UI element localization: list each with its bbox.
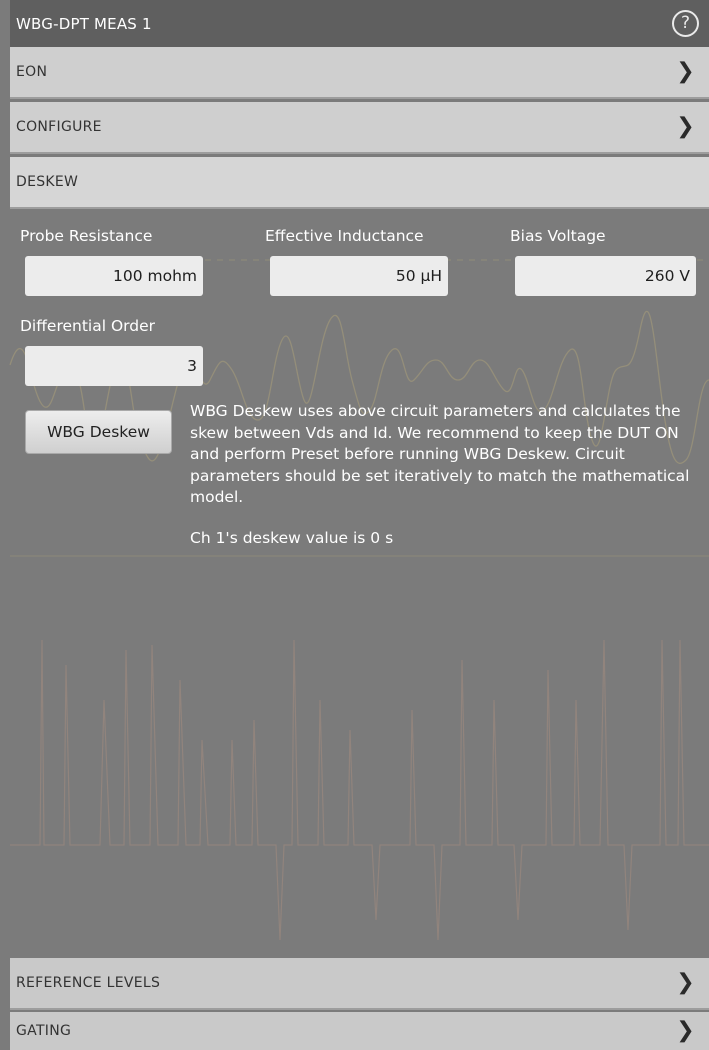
differential-order-label: Differential Order <box>20 317 156 335</box>
section-reference-levels-label: REFERENCE LEVELS <box>16 975 161 991</box>
section-eon-label: EON <box>16 64 48 80</box>
probe-resistance-field[interactable]: 100 mohm <box>25 256 203 296</box>
section-deskew[interactable]: DESKEW <box>10 157 709 209</box>
effective-inductance-value: 50 µH <box>395 267 442 285</box>
panel-title: WBG-DPT MEAS 1 <box>16 14 152 33</box>
waveform-trace-2 <box>10 639 709 941</box>
bias-voltage-label: Bias Voltage <box>510 227 606 245</box>
section-eon[interactable]: EON ❯ <box>10 47 709 99</box>
question-circle-icon[interactable]: ? <box>672 10 699 37</box>
effective-inductance-label: Effective Inductance <box>265 227 424 245</box>
differential-order-value: 3 <box>187 357 197 375</box>
effective-inductance-field[interactable]: 50 µH <box>270 256 448 296</box>
section-gating[interactable]: GATING ❯ <box>10 1012 709 1050</box>
chevron-right-icon: ❯ <box>676 970 695 995</box>
chevron-right-icon: ❯ <box>676 1018 695 1043</box>
bias-voltage-value: 260 V <box>644 267 690 285</box>
deskew-description: WBG Deskew uses above circuit parameters… <box>190 402 690 506</box>
wbg-deskew-button[interactable]: WBG Deskew <box>25 410 172 454</box>
section-deskew-label: DESKEW <box>16 174 79 190</box>
chevron-right-icon: ❯ <box>676 59 695 84</box>
section-gating-label: GATING <box>16 1023 72 1039</box>
probe-resistance-value: 100 mohm <box>112 267 197 285</box>
section-configure[interactable]: CONFIGURE ❯ <box>10 102 709 154</box>
probe-resistance-label: Probe Resistance <box>20 227 153 245</box>
section-reference-levels[interactable]: REFERENCE LEVELS ❯ <box>10 958 709 1010</box>
chevron-right-icon: ❯ <box>676 114 695 139</box>
title-bar: WBG-DPT MEAS 1 ? <box>10 0 709 47</box>
bias-voltage-field[interactable]: 260 V <box>515 256 696 296</box>
section-configure-label: CONFIGURE <box>16 119 102 135</box>
deskew-status: Ch 1's deskew value is 0 s <box>190 529 394 547</box>
differential-order-field[interactable]: 3 <box>25 346 203 386</box>
